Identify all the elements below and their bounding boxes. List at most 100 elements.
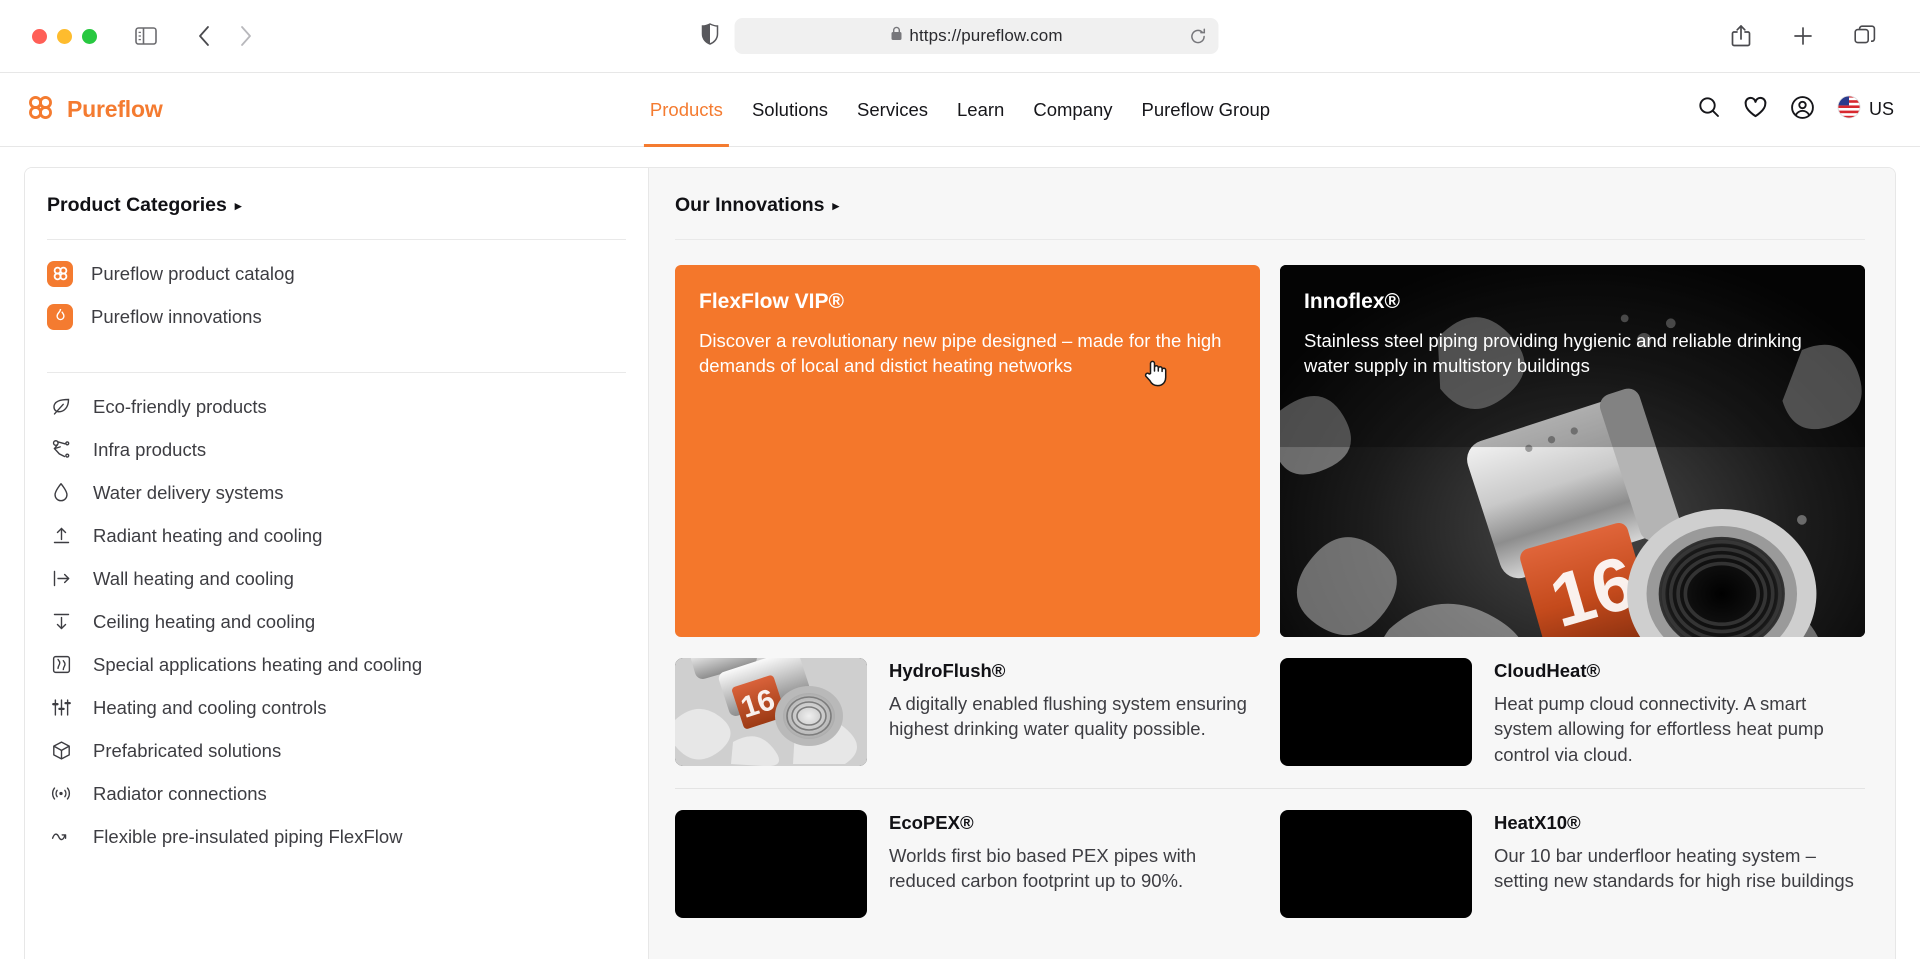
sidebar-item-label: Heating and cooling controls <box>93 696 327 718</box>
sidebar-item-label: Eco-friendly products <box>93 395 267 417</box>
sidebar-item-label: Prefabricated solutions <box>93 739 282 761</box>
sidebar-category-list: Eco-friendly products Infra products Wat… <box>25 373 648 870</box>
sidebar-item-water-delivery-systems[interactable]: Water delivery systems <box>25 471 648 514</box>
sidebar-item-ceiling-heating-and-cooling[interactable]: Ceiling heating and cooling <box>25 600 648 643</box>
sidebar-item-special-applications-heating-and-cooling[interactable]: Special applications heating and cooling <box>25 643 648 686</box>
share-icon[interactable] <box>1724 19 1758 53</box>
product-item-heatx10[interactable]: HeatX10® Our 10 bar underfloor heating s… <box>1280 789 1865 939</box>
search-icon[interactable] <box>1697 95 1721 124</box>
pureflow-clover-logo <box>26 93 55 127</box>
nav-item-solutions[interactable]: Solutions <box>752 73 828 146</box>
nav-item-pureflow-group[interactable]: Pureflow Group <box>1142 73 1271 146</box>
reload-icon[interactable] <box>1190 27 1207 45</box>
product-item-hydroflush[interactable]: 16 HydroFlush® A digitally enabled flush… <box>675 637 1260 788</box>
product-title: HeatX10® <box>1494 812 1581 834</box>
tab-overview-icon[interactable] <box>1848 19 1882 53</box>
sidebar-item-infra-products[interactable]: Infra products <box>25 428 648 471</box>
nav-item-products[interactable]: Products <box>643 73 729 147</box>
address-bar-area: https://pureflow.com <box>701 18 1219 54</box>
product-list: 16 HydroFlush® A digitally enabled flush… <box>675 637 1865 939</box>
nav-item-company[interactable]: Company <box>1033 73 1112 146</box>
sidebar-item-wall-heating-and-cooling[interactable]: Wall heating and cooling <box>25 557 648 600</box>
product-description: Our 10 bar underfloor heating system – s… <box>1494 845 1854 892</box>
sidebar-item-eco-friendly-products[interactable]: Eco-friendly products <box>25 385 648 428</box>
site-header: Pureflow Products Solutions Services Lea… <box>0 72 1920 147</box>
plus-icon[interactable] <box>1786 19 1820 53</box>
sidebar-item-innovations[interactable]: Pureflow innovations <box>25 295 648 338</box>
sidebar-featured-group: Pureflow product catalog Pureflow innova… <box>25 240 648 350</box>
arrow-right-from-line-icon <box>47 565 75 593</box>
brand-name: Pureflow <box>67 96 163 122</box>
sidebar-item-product-catalog[interactable]: Pureflow product catalog <box>25 252 648 295</box>
heart-icon[interactable] <box>1743 95 1768 125</box>
special-application-panel-icon <box>47 651 75 679</box>
sidebar-title-label: Product Categories <box>47 194 227 216</box>
hero-card-innoflex[interactable]: 16 Innoflex® Stainless steel piping prov… <box>1280 265 1865 637</box>
hero-card-description: Discover a revolutionary new pipe design… <box>699 330 1222 377</box>
sidebar-item-label: Ceiling heating and cooling <box>93 610 316 632</box>
us-flag-icon <box>1837 95 1861 124</box>
main-title[interactable]: Our Innovations ▸ <box>675 194 1865 217</box>
arrow-down-from-line-icon <box>47 608 75 636</box>
sidebar-item-heating-and-cooling-controls[interactable]: Heating and cooling controls <box>25 686 648 729</box>
mega-menu-panel: Product Categories ▸ Pureflow product ca… <box>24 167 1896 959</box>
product-thumbnail <box>1280 810 1472 919</box>
lock-icon <box>890 26 902 46</box>
chevron-right-icon: ▸ <box>234 198 242 213</box>
sidebar-item-label: Wall heating and cooling <box>93 567 294 589</box>
flame-icon <box>47 303 73 330</box>
product-title: HydroFlush® <box>889 660 1006 681</box>
product-description: A digitally enabled flushing system ensu… <box>889 693 1247 740</box>
window-controls[interactable] <box>32 28 97 44</box>
wavy-arrow-icon <box>47 823 75 851</box>
sidebar-title[interactable]: Product Categories ▸ <box>25 194 648 217</box>
sidebar-item-label: Pureflow product catalog <box>91 262 295 284</box>
arrow-up-from-line-icon <box>47 522 75 550</box>
sidebar-item-prefabricated-solutions[interactable]: Prefabricated solutions <box>25 729 648 772</box>
sidebar-item-label: Flexible pre-insulated piping FlexFlow <box>93 825 403 847</box>
sidebar-item-label: Infra products <box>93 438 207 460</box>
sidebar-item-radiator-connections[interactable]: Radiator connections <box>25 772 648 815</box>
chevron-right-icon: ▸ <box>832 198 840 213</box>
leaf-icon <box>47 393 75 421</box>
url-bar[interactable]: https://pureflow.com <box>734 18 1219 54</box>
browser-navigation[interactable] <box>187 19 263 53</box>
product-thumbnail <box>1280 658 1472 766</box>
nav-item-services[interactable]: Services <box>857 73 928 146</box>
hero-card-title: Innoflex® <box>1304 290 1400 313</box>
product-description: Worlds first bio based PEX pipes with re… <box>889 845 1197 892</box>
browser-toolbar: https://pureflow.com <box>0 0 1920 72</box>
nav-item-learn[interactable]: Learn <box>957 73 1004 146</box>
sidebar-item-label: Radiator connections <box>93 782 267 804</box>
sidebar-toggle-icon[interactable] <box>129 19 163 53</box>
product-item-ecopex[interactable]: EcoPEX® Worlds first bio based PEX pipes… <box>675 789 1260 939</box>
product-thumbnail <box>675 810 867 919</box>
pureflow-clover-icon <box>47 260 73 287</box>
product-row: 16 HydroFlush® A digitally enabled flush… <box>675 637 1865 788</box>
pipe-fitting-photo: 16 <box>675 658 867 766</box>
forward-chevron-icon[interactable] <box>229 19 263 53</box>
main-navigation: Products Solutions Services Learn Compan… <box>643 73 1271 147</box>
url-text: https://pureflow.com <box>909 26 1063 45</box>
sliders-icon <box>47 694 75 722</box>
close-window-button[interactable] <box>32 28 47 44</box>
sidebar-item-label: Water delivery systems <box>93 481 284 503</box>
locale-selector[interactable]: US <box>1837 95 1894 124</box>
hero-card-flexflow-vip[interactable]: FlexFlow VIP® Discover a revolutionary n… <box>675 265 1260 637</box>
back-chevron-icon[interactable] <box>187 19 221 53</box>
main-divider <box>675 239 1865 240</box>
main-title-label: Our Innovations <box>675 194 825 216</box>
account-circle-icon[interactable] <box>1790 95 1815 125</box>
brand-logo[interactable]: Pureflow <box>26 93 163 127</box>
sidebar-item-radiant-heating-and-cooling[interactable]: Radiant heating and cooling <box>25 514 648 557</box>
product-title: EcoPEX® <box>889 812 974 834</box>
product-thumbnail: 16 <box>675 658 867 766</box>
header-actions: US <box>1697 95 1894 125</box>
shield-icon[interactable] <box>701 22 719 50</box>
maximize-window-button[interactable] <box>82 28 97 44</box>
product-item-cloudheat[interactable]: CloudHeat® Heat pump cloud connectivity.… <box>1280 637 1865 788</box>
water-drop-icon <box>47 479 75 507</box>
sidebar-item-label: Pureflow innovations <box>91 305 262 327</box>
minimize-window-button[interactable] <box>57 28 72 44</box>
sidebar-item-flexible-pre-insulated-piping-flexflow[interactable]: Flexible pre-insulated piping FlexFlow <box>25 815 648 858</box>
